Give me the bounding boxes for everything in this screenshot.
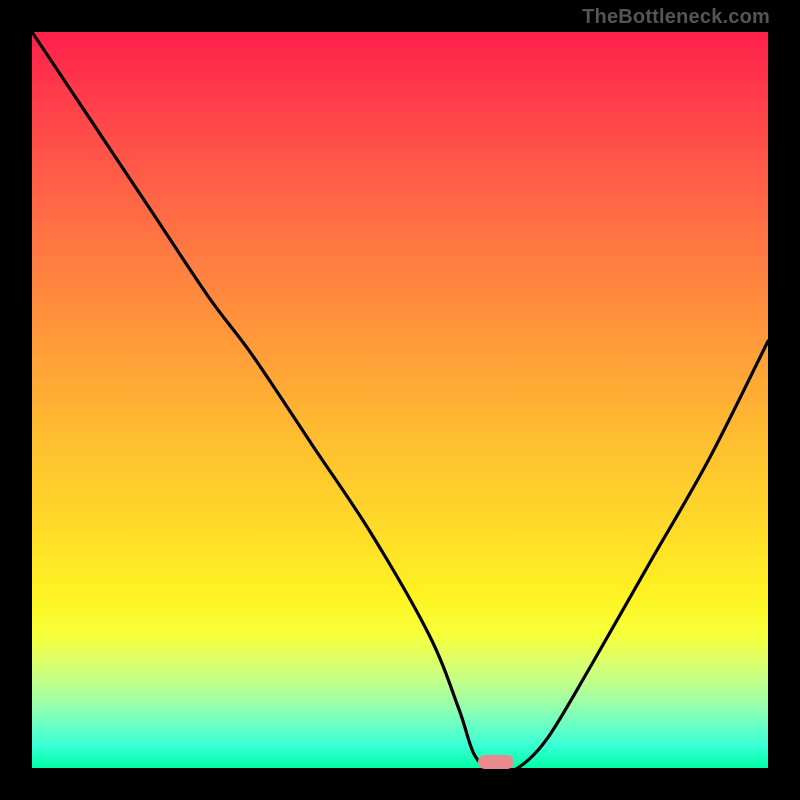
watermark-text: TheBottleneck.com: [582, 6, 770, 29]
plot-area: [32, 32, 768, 768]
curve-svg: [32, 32, 768, 768]
bottleneck-curve-path: [32, 32, 768, 770]
chart-container: TheBottleneck.com: [0, 0, 800, 800]
optimal-marker: [478, 755, 514, 769]
